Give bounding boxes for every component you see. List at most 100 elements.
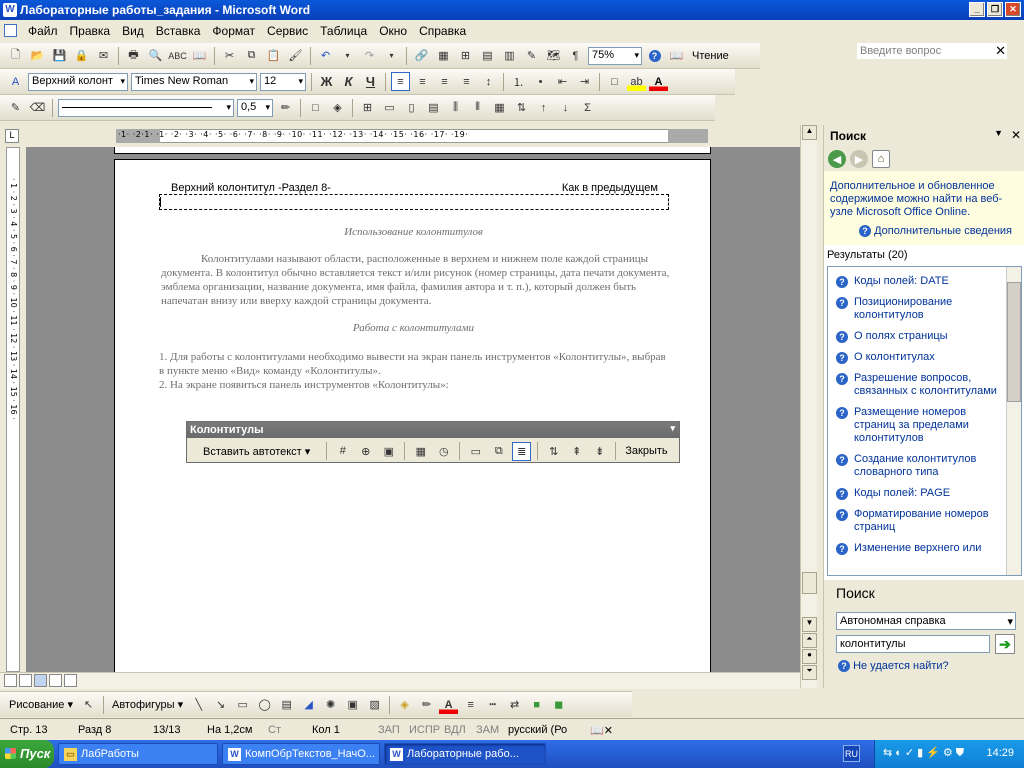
menu-help[interactable]: Справка (413, 24, 472, 38)
normal-view-icon[interactable] (4, 674, 17, 687)
line-style-select[interactable] (58, 98, 234, 117)
text-direction-icon[interactable]: ⇅ (512, 98, 531, 117)
status-language[interactable]: русский (Ро (508, 724, 567, 736)
scroll-thumb[interactable] (802, 572, 817, 594)
split-cells-icon[interactable]: ▯ (402, 98, 421, 117)
tab-selector[interactable]: L (5, 129, 19, 143)
menu-tools[interactable]: Сервис (261, 24, 314, 38)
result-item[interactable]: ? Коды полей: PAGE (828, 487, 1008, 500)
dash-style-icon[interactable]: ┅ (483, 695, 502, 714)
bold-button[interactable]: Ж (317, 72, 336, 91)
taskbar-item-labraboty[interactable]: ▭ ЛабРаботы (58, 743, 218, 765)
menu-insert[interactable]: Вставка (150, 24, 207, 38)
align-center-icon[interactable]: ≡ (413, 72, 432, 91)
close-document-icon[interactable]: ✕ (995, 43, 1006, 59)
taskbar-item-lab[interactable]: W Лабораторные рабо... (384, 743, 546, 765)
help-icon[interactable]: ? (645, 46, 664, 65)
redo-icon[interactable]: ↷ (360, 46, 379, 65)
draw-font-color-icon[interactable]: A (439, 695, 459, 714)
reading-view-icon[interactable] (64, 674, 77, 687)
result-item[interactable]: ? О колонтитулах (828, 351, 1008, 364)
start-button[interactable]: Пуск (0, 740, 54, 768)
minimize-button[interactable]: _ (969, 2, 985, 17)
picture-icon[interactable]: ▨ (365, 695, 384, 714)
show-hide-text-icon[interactable]: ⧉ (489, 442, 508, 461)
line-weight-select[interactable]: 0,5 (237, 98, 273, 117)
result-item[interactable]: ? Форматирование номеров страниц (828, 508, 1008, 534)
copy-icon[interactable]: ⧉ (242, 46, 261, 65)
clipart-icon[interactable]: ▣ (343, 695, 362, 714)
result-item[interactable]: ? Изменение верхнего или (828, 542, 1008, 555)
insert-page-count-icon[interactable]: ⊕ (356, 442, 375, 461)
align-left-icon[interactable]: ≡ (391, 72, 410, 91)
insert-time-icon[interactable]: ◷ (434, 442, 453, 461)
format-painter-icon[interactable]: 🖌 (286, 46, 305, 65)
paste-icon[interactable]: 📋 (264, 46, 283, 65)
prev-page-icon[interactable]: ⏶ (802, 633, 817, 648)
outside-border-icon[interactable]: □ (306, 98, 325, 117)
eraser-icon[interactable]: ⌫ (28, 98, 47, 117)
bullets-icon[interactable]: • (531, 72, 550, 91)
insert-excel-icon[interactable]: ▤ (478, 46, 497, 65)
result-item[interactable]: ? Разрешение вопросов, связанных с колонт… (828, 372, 1008, 398)
shadow-icon[interactable]: ■ (527, 695, 546, 714)
font-select[interactable]: Times New Roman (131, 72, 257, 91)
undo-icon[interactable]: ↶ (316, 46, 335, 65)
result-item[interactable]: ? Размещение номеров страниц за пределами… (828, 406, 1008, 445)
autoformat-icon[interactable]: ▦ (490, 98, 509, 117)
outline-view-icon[interactable] (49, 674, 62, 687)
rectangle-icon[interactable]: ▭ (233, 695, 252, 714)
align-right-icon[interactable]: ≡ (435, 72, 454, 91)
menu-view[interactable]: Вид (116, 24, 150, 38)
select-objects-icon[interactable]: ↖ (79, 695, 98, 714)
underline-button[interactable]: Ч (361, 72, 380, 91)
justify-icon[interactable]: ≡ (457, 72, 476, 91)
text-box-icon[interactable]: ▤ (277, 695, 296, 714)
headers-footers-toolbar-title[interactable]: Колонтитулы ▾ (187, 422, 679, 438)
line-color-icon[interactable]: ✏ (417, 695, 436, 714)
show-previous-icon[interactable]: ⇞ (567, 442, 586, 461)
document-area[interactable]: Верхний колонтитул -Раздел 8- Как в пред… (26, 147, 800, 672)
fill-color-icon[interactable]: ◈ (395, 695, 414, 714)
result-item[interactable]: ? О полях страницы (828, 330, 1008, 343)
borders-icon[interactable]: □ (605, 72, 624, 91)
home-icon[interactable]: ⌂ (872, 150, 890, 168)
cant-find-link[interactable]: ? Не удается найти? (838, 660, 949, 672)
align-cell-icon[interactable]: ▤ (424, 98, 443, 117)
more-info-link[interactable]: ? Дополнительные сведения (859, 225, 1012, 237)
open-folder-icon[interactable]: 📂 (28, 46, 47, 65)
cut-icon[interactable]: ✂ (220, 46, 239, 65)
3d-icon[interactable]: ◼ (549, 695, 568, 714)
sort-desc-icon[interactable]: ↓ (556, 98, 575, 117)
show-next-icon[interactable]: ⇟ (590, 442, 609, 461)
toolbar-options-icon[interactable]: ▾ (670, 423, 675, 434)
autoshapes-button[interactable]: Автофигуры ▾ (109, 698, 186, 711)
menu-edit[interactable]: Правка (64, 24, 117, 38)
insert-autotext-button[interactable]: Вставить автотекст ▾ (191, 445, 320, 458)
search-input[interactable]: колонтитулы (836, 635, 990, 653)
taskbar-item-komp[interactable]: W КомпОбрТекстов_НачО... (222, 743, 380, 765)
next-page-icon[interactable]: ⏷ (802, 665, 817, 680)
decrease-indent-icon[interactable]: ⇤ (553, 72, 572, 91)
insert-table-icon[interactable]: ⊞ (456, 46, 475, 65)
result-item[interactable]: ? Позиционирование колонтитулов (828, 296, 1008, 322)
new-document-icon[interactable]: 🗋 (6, 46, 25, 65)
menu-format[interactable]: Формат (206, 24, 261, 38)
vertical-ruler[interactable]: · 1 · 2 · 3 · 4 · 5 · 6 · 7 · 8 · 9 · 10… (6, 147, 20, 672)
drawing-icon[interactable]: ✎ (522, 46, 541, 65)
result-item[interactable]: ? Создание колонтитулов словарного типа (828, 453, 1008, 479)
insert-page-number-icon[interactable]: # (333, 442, 352, 461)
results-scroll-thumb[interactable] (1007, 282, 1021, 402)
highlight-icon[interactable]: ab (627, 72, 646, 91)
italic-button[interactable]: К (339, 72, 358, 91)
menu-file[interactable]: Файл (22, 24, 64, 38)
wordart-icon[interactable]: ◢ (299, 695, 318, 714)
show-hide-icon[interactable]: ¶ (566, 46, 585, 65)
scroll-down-icon[interactable]: ▼ (802, 617, 817, 632)
result-item[interactable]: ? Коды полей: DATE (828, 275, 1008, 288)
format-page-number-icon[interactable]: ▣ (379, 442, 398, 461)
document-page[interactable]: Верхний колонтитул -Раздел 8- Как в пред… (114, 159, 711, 672)
line-spacing-icon[interactable]: ↕ (479, 72, 498, 91)
font-color-icon[interactable]: A (649, 72, 668, 91)
status-ovr[interactable]: ЗАМ (476, 724, 499, 736)
